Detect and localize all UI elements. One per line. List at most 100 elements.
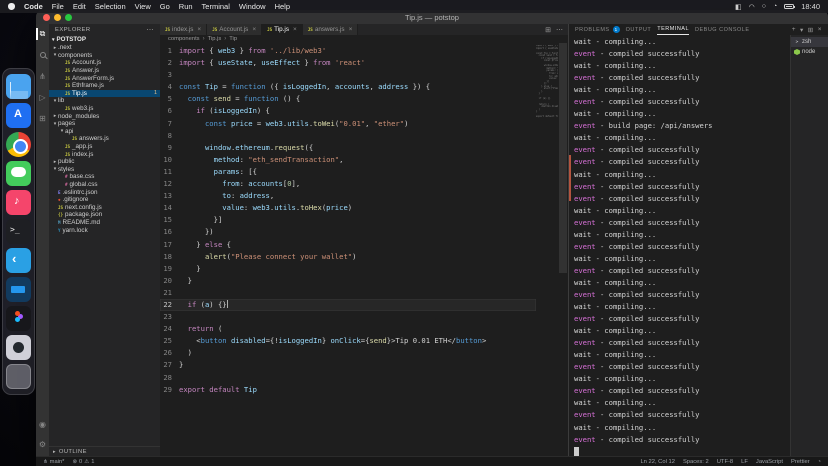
encoding[interactable]: UTF-8 bbox=[717, 459, 733, 465]
menu-terminal[interactable]: Terminal bbox=[202, 2, 230, 11]
explorer-more-actions-icon[interactable]: ⋯ bbox=[147, 26, 155, 34]
file-account-js[interactable]: JS Account.js bbox=[49, 59, 160, 67]
menu-help[interactable]: Help bbox=[275, 2, 290, 11]
code-line[interactable]: 15 }] bbox=[160, 214, 536, 226]
folder-lib[interactable]: ▾ lib bbox=[49, 97, 160, 105]
language-mode[interactable]: JavaScript bbox=[756, 459, 783, 465]
menu-code[interactable]: Code bbox=[24, 2, 43, 11]
code-line[interactable]: 3 bbox=[160, 69, 536, 81]
file-ethframe-js[interactable]: JS Ethframe.js bbox=[49, 82, 160, 90]
minimap[interactable]: import { web3 } from '../lib/web3' impor… bbox=[536, 45, 558, 456]
new-terminal-icon[interactable]: + bbox=[792, 26, 796, 34]
file-next-config-js[interactable]: JS next.config.js bbox=[49, 203, 160, 211]
tab-answers-js[interactable]: JS answers.js × bbox=[302, 24, 359, 35]
editor-scrollbar-thumb[interactable] bbox=[559, 43, 567, 273]
display-icon[interactable]: ◧ bbox=[735, 3, 742, 11]
file-index-js[interactable]: JS index.js bbox=[49, 150, 160, 158]
split-terminal-icon[interactable]: ⊞ bbox=[808, 26, 814, 34]
folder-public[interactable]: ▸ public bbox=[49, 158, 160, 166]
folder-pages[interactable]: ▾ pages bbox=[49, 120, 160, 128]
code-line[interactable]: 9 window.ethereum.request({ bbox=[160, 142, 536, 154]
folder-node-modules[interactable]: ▸ node_modules bbox=[49, 112, 160, 120]
folder-components[interactable]: ▾ components bbox=[49, 52, 160, 60]
terminal-profile-chevron-icon[interactable]: ▾ bbox=[800, 26, 804, 34]
eol-sequence[interactable]: LF bbox=[741, 459, 748, 465]
panel-tab-terminal[interactable]: TERMINAL bbox=[657, 24, 690, 35]
close-icon[interactable]: × bbox=[349, 26, 353, 33]
code-line[interactable]: 27} bbox=[160, 359, 536, 371]
minimize-window-button[interactable] bbox=[54, 13, 61, 21]
code-line[interactable]: 8 bbox=[160, 130, 536, 142]
file-answers-js[interactable]: JS answers.js bbox=[49, 135, 160, 143]
code-line[interactable]: 24 return ( bbox=[160, 323, 536, 335]
file-package-json[interactable]: {} package.json bbox=[49, 211, 160, 219]
chrome-dock-icon[interactable] bbox=[6, 132, 31, 157]
explorer-icon[interactable]: ⧉ bbox=[36, 28, 49, 40]
code-line[interactable]: 23 bbox=[160, 311, 536, 323]
zoom-window-button[interactable] bbox=[65, 13, 72, 21]
trash-dock-icon[interactable] bbox=[6, 364, 31, 389]
code-line[interactable]: 13 to: address, bbox=[160, 190, 536, 202]
extensions-icon[interactable]: ⊞ bbox=[36, 112, 49, 124]
breadcrumb-item[interactable]: components bbox=[168, 36, 200, 42]
app-store-dock-icon[interactable] bbox=[6, 103, 31, 128]
settings-gear-icon[interactable]: ⚙ bbox=[36, 438, 49, 450]
folder-styles[interactable]: ▾ styles bbox=[49, 166, 160, 174]
tab-tip-js[interactable]: JS Tip.js × bbox=[262, 24, 303, 35]
code-line[interactable]: 29 export default Tip bbox=[160, 384, 536, 396]
menu-run[interactable]: Run bbox=[179, 2, 193, 11]
code-line[interactable]: 17 } else { bbox=[160, 239, 536, 251]
menu-file[interactable]: File bbox=[52, 2, 64, 11]
docker-dock-icon[interactable] bbox=[6, 277, 31, 302]
file-global-css[interactable]: # global.css bbox=[49, 181, 160, 189]
breadcrumb-item[interactable]: Tip bbox=[229, 36, 237, 42]
file-answer-js[interactable]: JS Answer.js bbox=[49, 67, 160, 75]
file-answerform-js[interactable]: JS AnswerForm.js bbox=[49, 74, 160, 82]
code-line[interactable]: 6 if (isLoggedIn) { bbox=[160, 105, 536, 117]
code-line[interactable]: 28 bbox=[160, 372, 536, 384]
editor-scrollbar[interactable] bbox=[558, 43, 568, 456]
close-icon[interactable]: × bbox=[197, 26, 201, 33]
close-icon[interactable]: × bbox=[293, 26, 297, 33]
code-line[interactable]: 10 method: "eth_sendTransaction", bbox=[160, 154, 536, 166]
terminal-session-node[interactable]: node bbox=[791, 47, 828, 57]
menu-view[interactable]: View bbox=[135, 2, 151, 11]
formatter[interactable]: Prettier bbox=[791, 459, 810, 465]
cursor-position[interactable]: Ln 22, Col 12 bbox=[640, 459, 674, 465]
git-branch-item[interactable]: ⋔ main* bbox=[43, 459, 64, 465]
outline-section[interactable]: ▸ OUTLINE bbox=[49, 446, 160, 456]
source-control-icon[interactable]: ⋔ bbox=[36, 70, 49, 82]
music-dock-icon[interactable] bbox=[6, 190, 31, 215]
terminal-dock-icon[interactable] bbox=[6, 219, 31, 244]
file--gitignore[interactable]: ◆ .gitignore bbox=[49, 196, 160, 204]
code-line[interactable]: 11 params: [{ bbox=[160, 166, 536, 178]
close-window-button[interactable] bbox=[43, 13, 50, 21]
vscode-dock-icon[interactable] bbox=[6, 248, 31, 273]
breadcrumb-item[interactable]: Tip.js bbox=[208, 36, 222, 42]
apple-menu-icon[interactable] bbox=[8, 3, 15, 10]
tab-index-js[interactable]: JS index.js × bbox=[160, 24, 208, 35]
tab-account-js[interactable]: JS Account.js × bbox=[207, 24, 263, 35]
code-line[interactable]: 14 value: web3.utils.toHex(price) bbox=[160, 202, 536, 214]
folder-api[interactable]: ▾ api bbox=[49, 128, 160, 136]
code-line[interactable]: 12 from: accounts[0], bbox=[160, 178, 536, 190]
search-icon[interactable]: ○ bbox=[762, 3, 766, 10]
file-readme-md[interactable]: M README.md bbox=[49, 219, 160, 227]
code-line[interactable]: 21 bbox=[160, 287, 536, 299]
file-base-css[interactable]: # base.css bbox=[49, 173, 160, 181]
menu-edit[interactable]: Edit bbox=[73, 2, 86, 11]
problems-item[interactable]: ⊗ 0 ⚠ 1 bbox=[72, 459, 94, 465]
code-line[interactable]: 16 }) bbox=[160, 226, 536, 238]
notifications-bell-icon[interactable]: ◔ bbox=[818, 459, 821, 465]
file--eslintrc-json[interactable]: E .eslintrc.json bbox=[49, 188, 160, 196]
code-line[interactable]: 26 ) bbox=[160, 347, 536, 359]
code-line[interactable]: 18 alert("Please connect your wallet") bbox=[160, 251, 536, 263]
menu-window[interactable]: Window bbox=[239, 2, 266, 11]
finder-dock-icon[interactable] bbox=[6, 74, 31, 99]
code-line[interactable]: 4 const Tip = function ({ isLoggedIn, acc… bbox=[160, 81, 536, 93]
code-line[interactable]: 20 } bbox=[160, 275, 536, 287]
menu-selection[interactable]: Selection bbox=[95, 2, 126, 11]
close-panel-icon[interactable]: × bbox=[818, 26, 822, 34]
terminal-session-zsh[interactable]: > zsh bbox=[791, 37, 828, 47]
file-yarn-lock[interactable]: Yyarn.lock bbox=[49, 226, 160, 234]
